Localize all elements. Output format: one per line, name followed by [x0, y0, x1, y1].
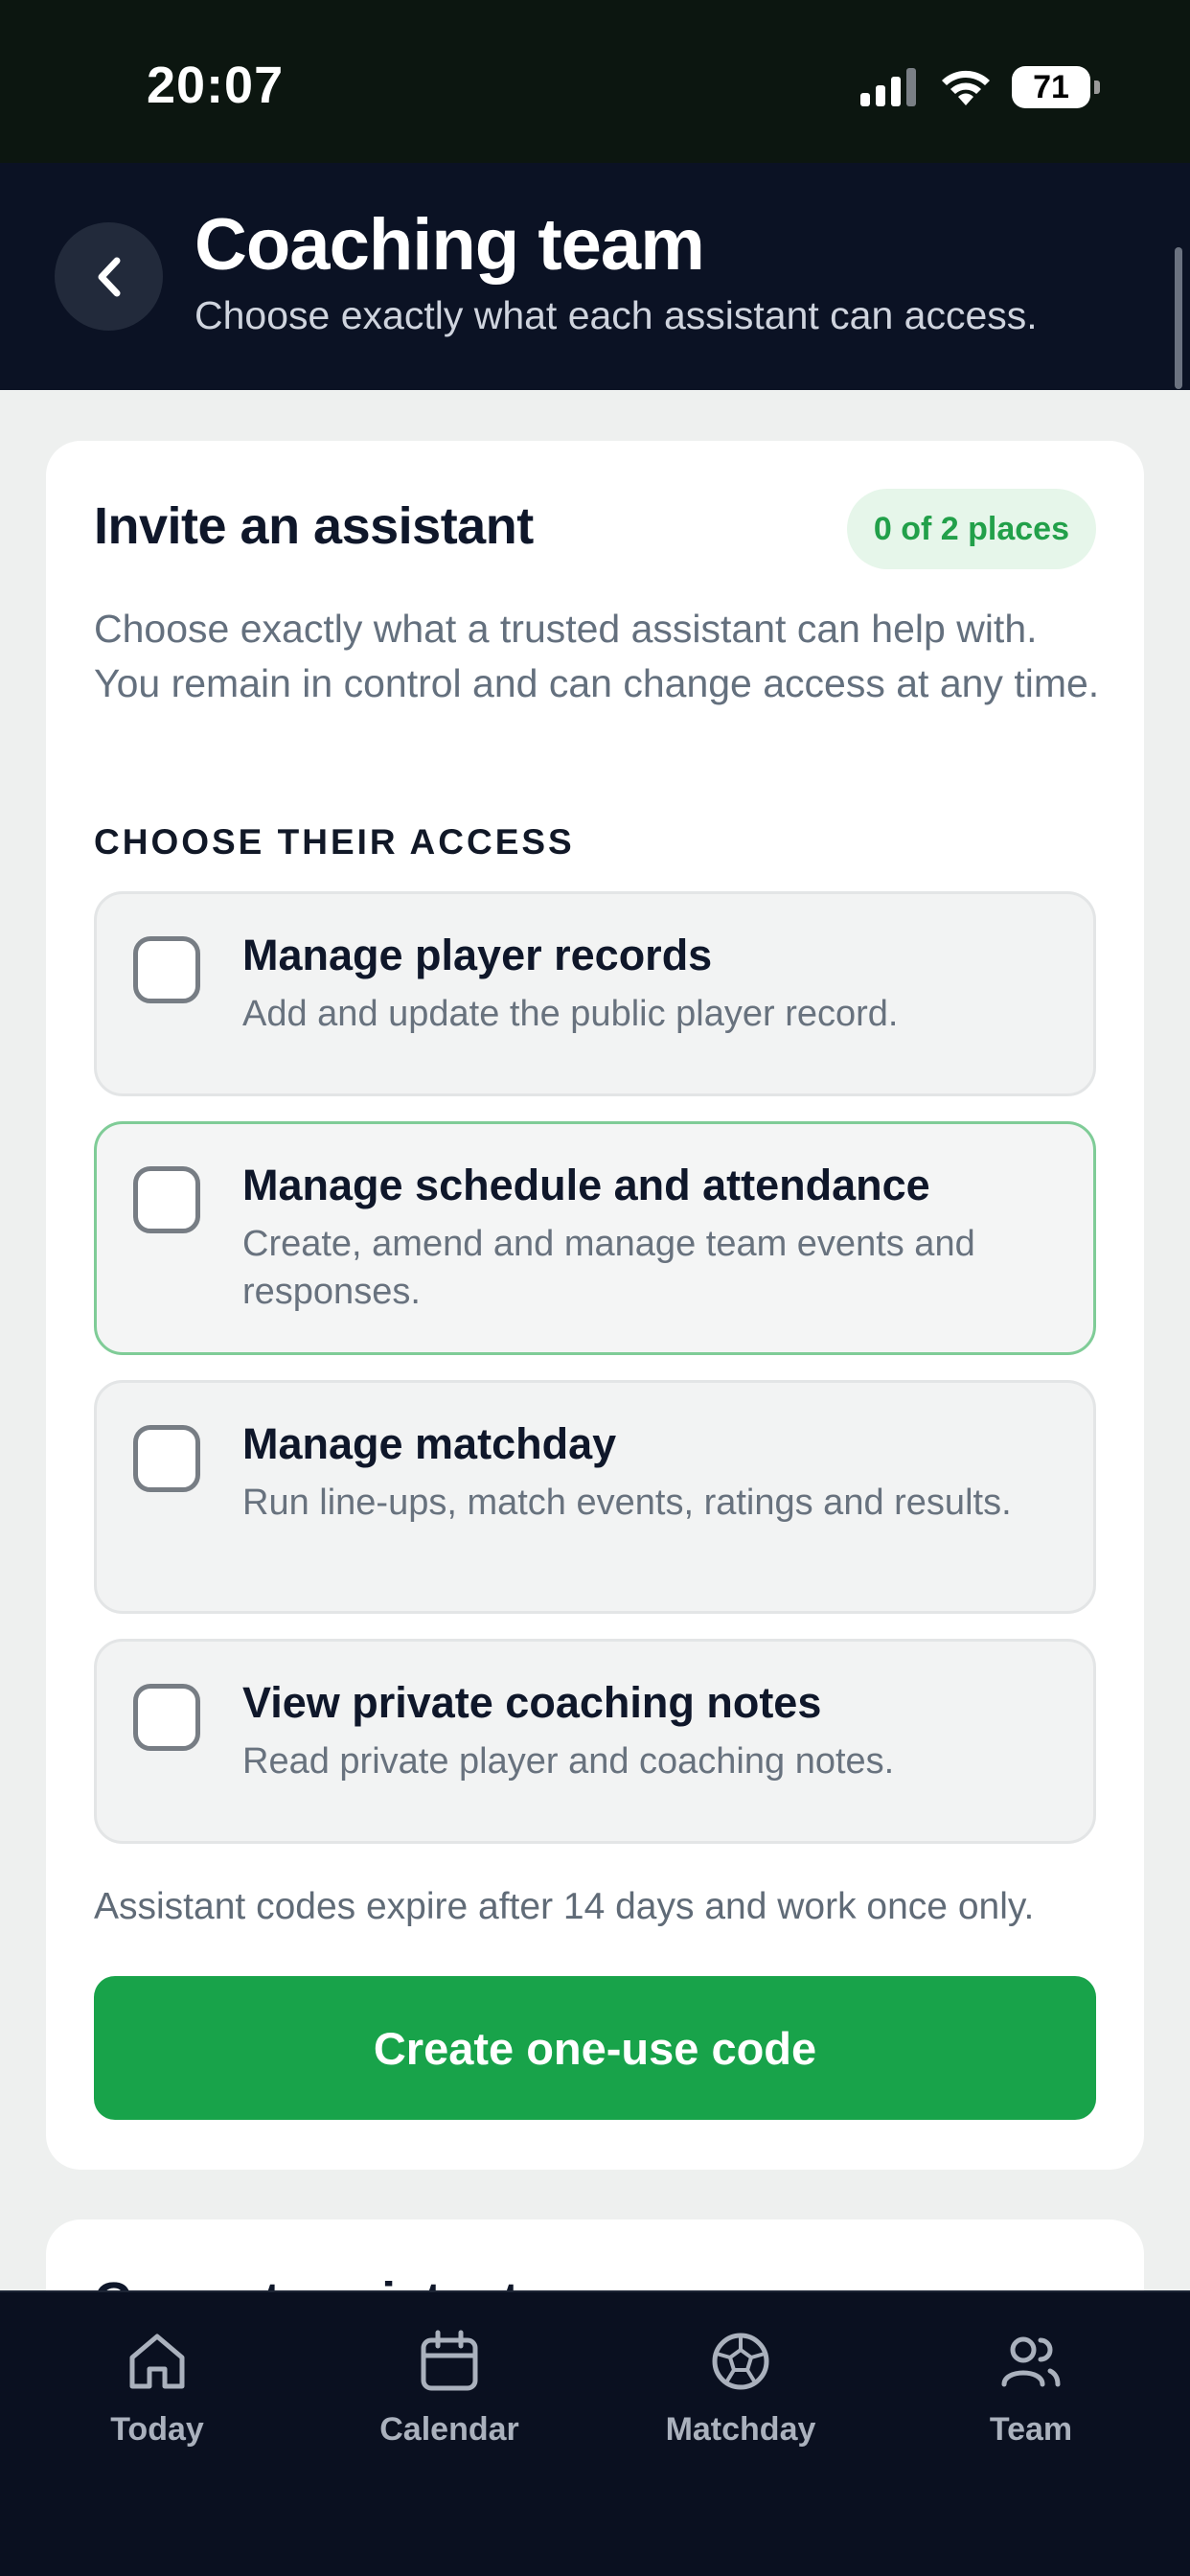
tab-label: Today	[110, 2411, 204, 2448]
checkbox[interactable]	[133, 936, 200, 1003]
tab-bar: Today Calendar Matchday Team	[0, 2290, 1190, 2576]
access-section-label: CHOOSE THEIR ACCESS	[94, 822, 575, 862]
scroll-indicator[interactable]	[1175, 247, 1182, 389]
tab-label: Team	[989, 2411, 1073, 2448]
page-title: Coaching team	[195, 204, 705, 286]
page-header: Coaching team Choose exactly what each a…	[0, 163, 1190, 390]
checkbox[interactable]	[133, 1425, 200, 1492]
option-description: Add and update the public player record.	[242, 994, 899, 1034]
option-description: Run line-ups, match events, ratings and …	[242, 1483, 1012, 1523]
calendar-icon	[421, 2330, 478, 2391]
status-icons: 71	[860, 63, 1100, 111]
tab-today[interactable]: Today	[47, 2327, 267, 2449]
option-matchday[interactable]: Manage matchday Run line-ups, match even…	[94, 1380, 1096, 1614]
status-time: 20:07	[147, 57, 285, 114]
checkbox[interactable]	[133, 1684, 200, 1751]
option-title: Manage player records	[242, 931, 713, 979]
tab-calendar[interactable]: Calendar	[339, 2327, 560, 2449]
cellular-signal-icon	[860, 68, 916, 106]
tab-label: Matchday	[665, 2411, 816, 2448]
status-bar: 20:07 71	[0, 0, 1190, 163]
checkbox[interactable]	[133, 1166, 200, 1233]
expire-note: Assistant codes expire after 14 days and…	[94, 1886, 1035, 1927]
create-code-button[interactable]: Create one-use code	[94, 1976, 1096, 2120]
football-icon	[712, 2333, 769, 2390]
option-title: Manage schedule and attendance	[242, 1161, 930, 1209]
option-description: Read private player and coaching notes.	[242, 1741, 895, 1782]
option-title: View private coaching notes	[242, 1678, 822, 1727]
option-private-notes[interactable]: View private coaching notes Read private…	[94, 1639, 1096, 1844]
tab-label: Calendar	[379, 2411, 519, 2448]
invite-title: Invite an assistant	[94, 497, 534, 555]
option-player-records[interactable]: Manage player records Add and update the…	[94, 891, 1096, 1096]
tab-matchday[interactable]: Matchday	[630, 2327, 851, 2449]
option-schedule-attendance[interactable]: Manage schedule and attendance Create, a…	[94, 1121, 1096, 1355]
invite-card: Invite an assistant 0 of 2 places Choose…	[46, 441, 1144, 2170]
page-subtitle: Choose exactly what each assistant can a…	[195, 293, 1038, 337]
chevron-left-icon	[98, 257, 120, 296]
option-title: Manage matchday	[242, 1419, 617, 1468]
home-icon	[129, 2334, 185, 2389]
tab-team[interactable]: Team	[921, 2327, 1141, 2449]
places-badge: 0 of 2 places	[846, 489, 1096, 569]
wifi-icon	[942, 70, 990, 105]
back-button[interactable]	[55, 222, 163, 331]
battery-icon: 71	[1012, 66, 1100, 108]
invite-description: Choose exactly what a trusted assistant …	[94, 607, 1100, 705]
app-screen: 20:07 71 Coaching team Choose exactly wh…	[0, 0, 1190, 2576]
team-icon	[1001, 2336, 1061, 2387]
option-description: Create, amend and manage team events and…	[242, 1224, 975, 1312]
